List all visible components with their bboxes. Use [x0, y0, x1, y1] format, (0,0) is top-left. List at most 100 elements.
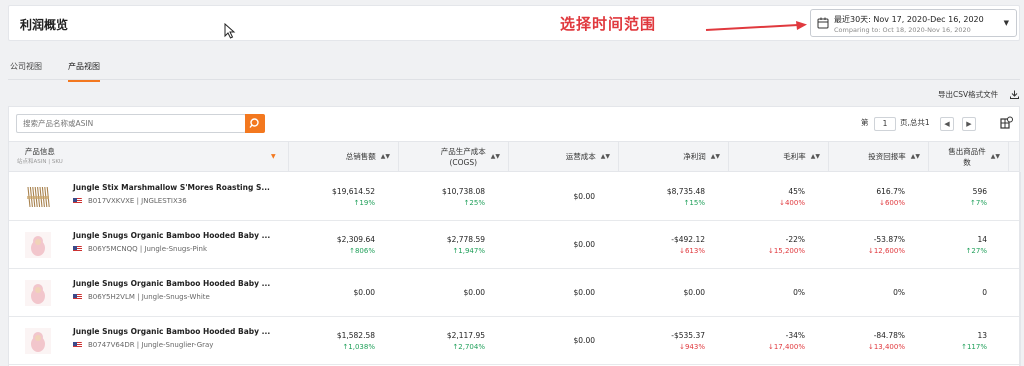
cell-ops: $0.00 [509, 173, 619, 220]
product-asin-sku: B06Y5H2VLM | Jungle-Snugs-White [73, 293, 210, 301]
col-ops-cost[interactable]: 运营成本 ▲▼ [509, 142, 619, 171]
page-prefix: 第 [861, 118, 869, 127]
units-value: 0 [982, 288, 987, 297]
cogs-value: $0.00 [463, 288, 485, 297]
date-range-picker[interactable]: 最近30天: Nov 17, 2020-Dec 16, 2020 Compari… [810, 9, 1017, 37]
sort-icon: ▲▼ [600, 153, 610, 160]
annotation-arrow-icon [705, 21, 807, 31]
cell-ops: $0.00 [509, 269, 619, 316]
margin-value: 0% [793, 288, 805, 297]
roi-change: ↓12,600% [867, 246, 905, 255]
table-row[interactable]: Jungle Snugs Organic Bamboo Hooded Baby … [9, 269, 1019, 317]
sort-icon: ▲▼ [380, 153, 390, 160]
us-flag-icon [73, 294, 82, 300]
col-cogs[interactable]: 产品生产成本 (COGS) ▲▼ [399, 142, 509, 171]
units-value: 596 [972, 186, 987, 196]
cogs-value: $10,738.08 [442, 186, 485, 196]
units-change: ↑7% [970, 198, 987, 207]
col-net-label: 净利润 [683, 152, 706, 161]
col-units[interactable]: 售出商品件数 ▲▼ [929, 142, 1009, 171]
download-icon [1010, 90, 1019, 99]
cogs-value: $2,778.59 [446, 234, 485, 244]
col-cogs-label-2: (COGS) [449, 157, 478, 167]
units-change: ↑117% [961, 342, 987, 351]
cell-net: -$535.37 ↓943% [619, 317, 729, 364]
cell-margin: -22% ↓15,200% [729, 221, 829, 268]
col-net-profit[interactable]: 净利润 ▲▼ [619, 142, 729, 171]
product-thumbnail [25, 280, 51, 306]
cogs-change: ↑2,704% [452, 342, 485, 351]
col-roi-label: 投资回报率 [868, 152, 906, 161]
ops-value: $0.00 [573, 336, 595, 345]
annotation-text: 选择时间范围 [560, 15, 657, 33]
search-button[interactable] [245, 114, 265, 133]
table-row[interactable]: Jungle Snugs Organic Bamboo Hooded Baby … [9, 317, 1019, 365]
sales-value: $1,582.58 [336, 330, 375, 340]
ops-value: $0.00 [573, 240, 595, 249]
calendar-icon [817, 17, 829, 29]
cell-ops: $0.00 [509, 221, 619, 268]
next-page-button[interactable]: ▶ [962, 117, 976, 131]
net-value: -$492.12 [671, 234, 705, 244]
table-scrollbar[interactable] [1019, 172, 1021, 366]
search-input[interactable] [16, 114, 246, 133]
ops-value: $0.00 [573, 288, 595, 297]
us-flag-icon [73, 246, 82, 252]
cell-net: -$492.12 ↓613% [619, 221, 729, 268]
sort-icon: ▲▼ [490, 153, 500, 160]
table-row[interactable]: Jungle Snugs Organic Bamboo Hooded Baby … [9, 221, 1019, 269]
tab-company-view[interactable]: 公司视图 [10, 61, 42, 80]
product-asin-sku: B017VXKVXE | JNGLESTIX36 [73, 197, 187, 205]
col-margin[interactable]: 毛利率 ▲▼ [729, 142, 829, 171]
col-ops-label: 运营成本 [565, 152, 596, 161]
cell-sales: $0.00 [289, 269, 399, 316]
us-flag-icon [73, 198, 82, 204]
col-sales[interactable]: 总销售额 ▲▼ [289, 142, 399, 171]
cell-sales: $19,614.52 ↑19% [289, 173, 399, 220]
sort-icon: ▲▼ [810, 153, 820, 160]
cell-roi: -84.78% ↓13,400% [829, 317, 929, 364]
search-icon [249, 118, 259, 128]
comparing-label: Comparing to: Oct 18, 2020-Nov 16, 2020 [834, 26, 971, 34]
col-roi[interactable]: 投资回报率 ▲▼ [829, 142, 929, 171]
page-number-input[interactable]: 1 [874, 117, 896, 131]
asin-sku-text: B06Y5H2VLM | Jungle-Snugs-White [88, 293, 210, 301]
roi-change: ↓13,400% [867, 342, 905, 351]
cogs-value: $2,117.95 [446, 330, 485, 340]
net-change: ↓943% [679, 342, 705, 351]
units-change: ↑27% [965, 246, 987, 255]
sort-icon: ▲▼ [910, 153, 920, 160]
sales-change: ↑806% [349, 246, 375, 255]
cogs-change: ↑1,947% [452, 246, 485, 255]
roi-change: ↓600% [879, 198, 905, 207]
cell-margin: 45% ↓400% [729, 173, 829, 220]
margin-value: -34% [785, 330, 805, 340]
roi-value: -84.78% [873, 330, 905, 340]
product-asin-sku: B0747V64DR | Jungle-Snuglier-Gray [73, 341, 213, 349]
col-cogs-label: 产品生产成本 [440, 146, 486, 156]
cell-margin: -34% ↓17,400% [729, 317, 829, 364]
col-product[interactable]: 产品信息 站点和ASIN | SKU ▼ [9, 142, 289, 171]
cell-ops: $0.00 [509, 317, 619, 364]
net-value: -$535.37 [671, 330, 705, 340]
prev-page-button[interactable]: ◀ [940, 117, 954, 131]
export-csv-button[interactable]: 导出CSV格式文件 [938, 89, 998, 100]
column-settings-icon[interactable] [1000, 116, 1013, 130]
table-row[interactable]: Jungle Stix Marshmallow S'Mores Roasting… [9, 173, 1019, 221]
sales-change: ↑19% [353, 198, 375, 207]
product-name[interactable]: Jungle Snugs Organic Bamboo Hooded Baby … [73, 231, 270, 240]
asin-sku-text: B0747V64DR | Jungle-Snuglier-Gray [88, 341, 214, 349]
tab-product-view[interactable]: 产品视图 [68, 61, 100, 82]
roi-value: -53.87% [873, 234, 905, 244]
page-title: 利润概览 [20, 18, 69, 32]
product-name[interactable]: Jungle Snugs Organic Bamboo Hooded Baby … [73, 327, 270, 336]
product-name[interactable]: Jungle Snugs Organic Bamboo Hooded Baby … [73, 279, 270, 288]
units-value: 14 [977, 234, 987, 244]
cell-cogs: $2,117.95 ↑2,704% [399, 317, 509, 364]
cogs-change: ↑25% [463, 198, 485, 207]
margin-value: 45% [788, 186, 805, 196]
cell-units: 0 [929, 269, 1009, 316]
col-product-sublabel: 站点和ASIN | SKU [17, 158, 63, 165]
ops-value: $0.00 [573, 192, 595, 201]
product-name[interactable]: Jungle Stix Marshmallow S'Mores Roasting… [73, 183, 270, 192]
